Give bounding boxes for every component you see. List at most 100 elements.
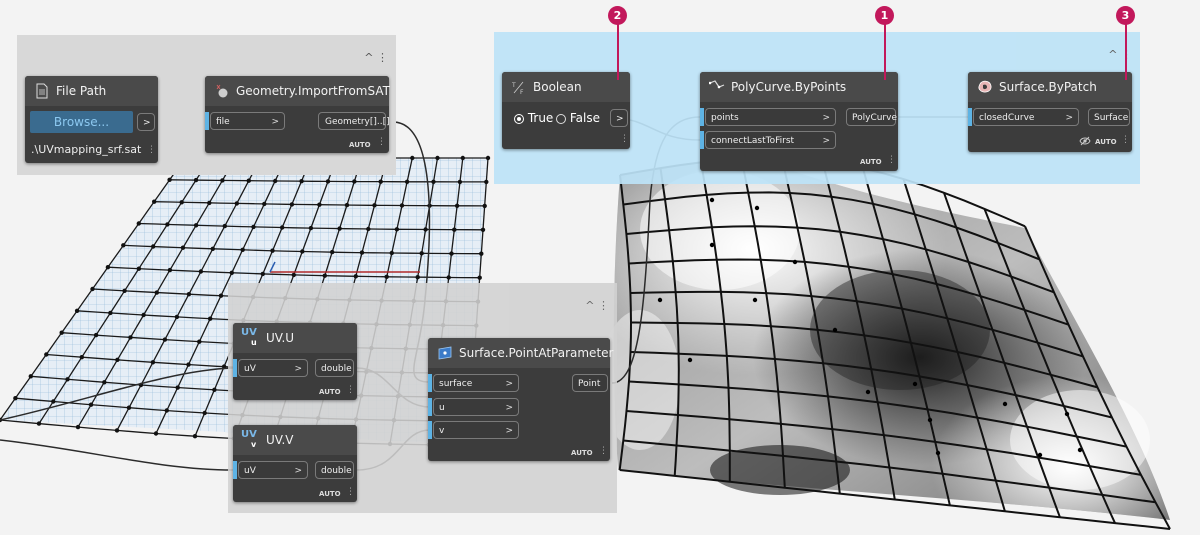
lacing-label: AUTO <box>319 490 341 498</box>
callout-badge-2: 2 <box>608 6 627 25</box>
surface-point-at-parameter-node[interactable]: Surface.PointAtParameter surface > u > v > … <box>428 338 614 461</box>
true-radio[interactable]: True <box>514 111 553 125</box>
document-icon <box>36 83 48 99</box>
node-header[interactable]: T F Boolean <box>502 72 630 102</box>
node-title: File Path <box>56 84 107 98</box>
node-header[interactable]: Surface.PointAtParameter <box>428 338 614 368</box>
input-port-v[interactable]: v > <box>433 421 519 439</box>
radio-label: True <box>527 111 554 125</box>
svg-text:F: F <box>520 89 524 95</box>
input-port-u[interactable]: u > <box>433 398 519 416</box>
file-path-node[interactable]: File Path Browse... > .\UVmapping_srf.sa… <box>25 76 158 163</box>
port-label: surface <box>439 379 473 389</box>
node-header[interactable]: UV u UV.U <box>233 323 357 353</box>
input-indicator <box>205 112 209 130</box>
node-menu-icon[interactable]: ⋮ <box>377 138 386 147</box>
input-indicator <box>700 131 704 149</box>
surface-bypatch-node[interactable]: Surface.ByPatch closedCurve > Surface AUT… <box>968 72 1132 152</box>
polycurve-bypoints-node[interactable]: PolyCurve.ByPoints points > connectLastTo… <box>700 72 898 171</box>
node-menu-icon[interactable]: ⋮ <box>599 447 608 456</box>
port-label: Surface <box>1094 113 1129 123</box>
output-port-double[interactable]: double <box>315 359 354 377</box>
callout-line-3 <box>1125 20 1127 80</box>
port-arrow: > <box>822 136 830 146</box>
node-header[interactable]: UV v UV.V <box>233 425 357 455</box>
group-collapse-control[interactable]: ^ ⋮ <box>1108 48 1132 61</box>
port-label: PolyCurve <box>852 113 897 123</box>
radio-selected-icon <box>514 113 524 124</box>
output-port-surface[interactable]: Surface <box>1088 108 1130 126</box>
input-indicator <box>233 461 237 479</box>
output-port-point[interactable]: Point <box>572 374 608 392</box>
file-path-value: .\UVmapping_srf.sat <box>31 143 142 156</box>
uv-u-icon: UV u <box>241 327 257 348</box>
output-port-polycurve[interactable]: PolyCurve <box>846 108 897 126</box>
node-title: Boolean <box>533 80 582 94</box>
lacing-label: AUTO <box>860 158 882 166</box>
callout-badge-3: 3 <box>1116 6 1135 25</box>
input-port-uv[interactable]: uV > <box>238 359 308 377</box>
node-menu-icon[interactable]: ⋮ <box>346 386 355 395</box>
group-collapse-control[interactable]: ^ ⋮ <box>364 51 388 64</box>
eye-off-icon[interactable] <box>1079 136 1091 146</box>
port-label: double <box>321 364 352 374</box>
input-port-uv[interactable]: uV > <box>238 461 308 479</box>
node-title: UV.V <box>266 433 294 447</box>
input-port-connect-last-to-first[interactable]: connectLastToFirst > <box>705 131 836 149</box>
node-header[interactable]: File Path <box>25 76 158 106</box>
port-arrow: > <box>294 466 302 476</box>
port-arrow: > <box>822 113 830 123</box>
import-geometry-icon <box>216 84 228 98</box>
port-arrow: > <box>1065 113 1073 123</box>
output-port-double[interactable]: double <box>315 461 354 479</box>
node-header[interactable]: Geometry.ImportFromSAT <box>205 76 390 106</box>
polycurve-icon <box>709 80 725 89</box>
node-header[interactable]: PolyCurve.ByPoints <box>700 72 898 102</box>
boolean-output-port[interactable]: > <box>610 109 628 127</box>
node-title: UV.U <box>266 331 295 345</box>
output-port-geometry[interactable]: Geometry[]..[] <box>318 112 390 130</box>
port-label: points <box>711 113 739 123</box>
node-title: Surface.ByPatch <box>999 80 1097 94</box>
input-port-surface[interactable]: surface > <box>433 374 519 392</box>
port-label: v <box>439 426 445 436</box>
input-indicator <box>968 108 972 126</box>
boolean-node[interactable]: T F Boolean True False > ⋮ <box>502 72 630 149</box>
node-header[interactable]: Surface.ByPatch <box>968 72 1132 102</box>
port-arrow: > <box>505 379 513 389</box>
port-label: Geometry[]..[] <box>325 117 390 127</box>
callout-line-2 <box>617 20 619 80</box>
browse-button[interactable]: Browse... <box>30 111 133 133</box>
input-port-closed-curve[interactable]: closedCurve > <box>973 108 1079 126</box>
node-title: Geometry.ImportFromSAT <box>236 84 390 98</box>
port-label: Point <box>578 379 601 389</box>
port-arrow: > <box>294 364 302 374</box>
input-indicator <box>428 398 432 416</box>
node-menu-icon[interactable]: ⋮ <box>147 146 156 155</box>
uv-v-node[interactable]: UV v UV.V uV > double AUTO ⋮ <box>233 425 357 502</box>
false-radio[interactable]: False <box>556 111 600 125</box>
input-indicator <box>428 421 432 439</box>
import-from-sat-node[interactable]: Geometry.ImportFromSAT file > Geometry[].… <box>205 76 390 153</box>
surface-patch-icon <box>978 80 992 93</box>
input-port-points[interactable]: points > <box>705 108 836 126</box>
uv-u-node[interactable]: UV u UV.U uV > double AUTO ⋮ <box>233 323 357 400</box>
node-title: Surface.PointAtParameter <box>459 346 614 360</box>
lacing-label: AUTO <box>349 141 371 149</box>
node-menu-icon[interactable]: ⋮ <box>346 488 355 497</box>
port-arrow: > <box>505 426 513 436</box>
group-collapse-control[interactable]: ^ ⋮ <box>585 299 609 312</box>
node-menu-icon[interactable]: ⋮ <box>620 135 629 144</box>
node-menu-icon[interactable]: ⋮ <box>887 156 896 165</box>
svg-text:T: T <box>511 82 516 89</box>
port-label: uV <box>244 466 256 476</box>
port-arrow: > <box>505 403 513 413</box>
port-label: u <box>439 403 445 413</box>
radio-label: False <box>569 111 600 125</box>
node-menu-icon[interactable]: ⋮ <box>1121 136 1130 145</box>
input-indicator <box>233 359 237 377</box>
file-path-output-port[interactable]: > <box>137 113 155 131</box>
input-port-file[interactable]: file > <box>210 112 285 130</box>
patch-surface-preview <box>600 157 1171 530</box>
lacing-label: AUTO <box>571 449 593 457</box>
